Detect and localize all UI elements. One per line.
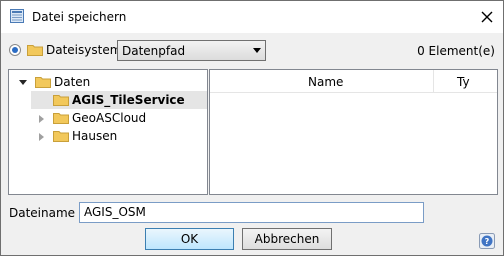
tree-item-hausen[interactable]: Hausen: [72, 129, 117, 143]
folder-icon: [27, 45, 43, 56]
folder-icon: [53, 131, 69, 142]
folder-icon: [53, 95, 69, 106]
tree-item-daten[interactable]: Daten: [54, 75, 90, 89]
filename-label: Dateiname: [9, 206, 76, 220]
ok-button[interactable]: OK: [145, 228, 234, 250]
cancel-button[interactable]: Abbrechen: [242, 228, 332, 250]
tree-item-geoascloud[interactable]: GeoASCloud: [72, 111, 146, 125]
folder-icon: [35, 77, 51, 88]
tree-item-agis-tileservice[interactable]: AGIS_TileService: [72, 93, 185, 107]
svg-text:?: ?: [485, 237, 490, 246]
save-dialog-icon: [10, 9, 24, 23]
column-header-name[interactable]: Name: [210, 70, 434, 93]
filename-field[interactable]: [79, 202, 424, 223]
column-header-type-label: Ty: [457, 75, 470, 89]
chevron-down-icon: [253, 48, 261, 53]
help-icon[interactable]: ?: [479, 233, 495, 249]
save-dialog: Datei speichern Dateisystem Datenpfad 0 …: [0, 0, 504, 256]
filename-input[interactable]: [84, 205, 414, 219]
item-count: 0 Element(e): [417, 44, 495, 58]
filesystem-label[interactable]: Dateisystem: [46, 43, 121, 57]
column-header-name-label: Name: [308, 75, 344, 89]
folder-icon: [53, 113, 69, 124]
column-header-type[interactable]: Ty: [434, 70, 497, 93]
window-title: Datei speichern: [32, 10, 127, 24]
file-list[interactable]: Name Ty: [209, 69, 498, 195]
expanded-arrow-icon[interactable]: [19, 80, 27, 85]
path-select[interactable]: Datenpfad: [117, 40, 266, 61]
path-select-value: Datenpfad: [122, 44, 186, 58]
filesystem-radio[interactable]: [9, 44, 21, 56]
close-icon[interactable]: [479, 9, 495, 25]
folder-tree[interactable]: Daten AGIS_TileService GeoASCloud Hausen: [8, 69, 208, 195]
collapsed-arrow-icon[interactable]: [39, 115, 44, 123]
collapsed-arrow-icon[interactable]: [39, 133, 44, 141]
title-bar: Datei speichern: [1, 1, 503, 33]
